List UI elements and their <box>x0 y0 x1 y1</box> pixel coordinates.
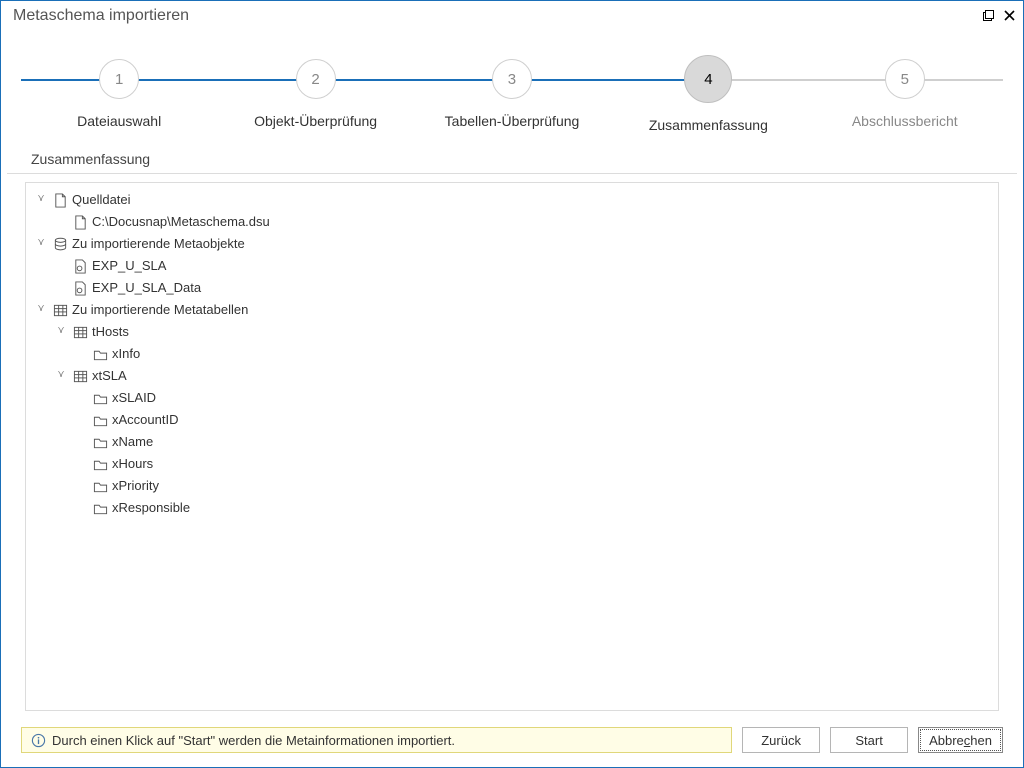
tree-node-field[interactable]: ·xHours <box>74 453 994 475</box>
table-icon <box>52 302 68 318</box>
step-object-check[interactable]: 2 Objekt-Überprüfung <box>217 59 413 129</box>
tree-node-source-file[interactable]: ⋎ Quelldatei <box>34 189 994 211</box>
folder-icon <box>92 434 108 450</box>
start-button[interactable]: Start <box>830 727 908 753</box>
summary-tree[interactable]: ⋎ Quelldatei · C:\Docusnap\Metaschema. <box>30 189 994 519</box>
tree-node-table[interactable]: ⋎ tHosts <box>54 321 994 343</box>
document-icon <box>52 192 68 208</box>
tree-node-source-path[interactable]: · C:\Docusnap\Metaschema.dsu <box>54 211 994 233</box>
folder-icon <box>92 346 108 362</box>
window-controls <box>983 9 1015 24</box>
object-icon <box>72 280 88 296</box>
summary-tree-panel: ⋎ Quelldatei · C:\Docusnap\Metaschema. <box>25 182 999 711</box>
tree-node-field[interactable]: ·xPriority <box>74 475 994 497</box>
tree-node-field[interactable]: ·xInfo <box>74 343 994 365</box>
section-header: Zusammenfassung <box>7 141 1017 174</box>
table-icon <box>72 368 88 384</box>
wizard-stepper: 1 Dateiauswahl 2 Objekt-Überprüfung 3 Ta… <box>1 29 1023 141</box>
chevron-down-icon[interactable]: ⋎ <box>54 364 68 386</box>
info-icon <box>30 732 46 748</box>
hint-bar: Durch einen Klick auf "Start" werden die… <box>21 727 732 753</box>
tree-node-field[interactable]: ·xSLAID <box>74 387 994 409</box>
tree-node-table[interactable]: ⋎ xtSLA <box>54 365 994 387</box>
tree-node-field[interactable]: ·xAccountID <box>74 409 994 431</box>
footer-bar: Durch einen Klick auf "Start" werden die… <box>1 719 1023 767</box>
chevron-down-icon[interactable]: ⋎ <box>34 232 48 254</box>
folder-icon <box>92 478 108 494</box>
tree-node-field[interactable]: ·xName <box>74 431 994 453</box>
tree-node-object[interactable]: · EXP_U_SLA_Data <box>54 277 994 299</box>
chevron-down-icon[interactable]: ⋎ <box>54 320 68 342</box>
folder-icon <box>92 412 108 428</box>
document-icon <box>72 214 88 230</box>
folder-icon <box>92 456 108 472</box>
object-icon <box>72 258 88 274</box>
tree-node-meta-tables[interactable]: ⋎ Zu importierende Metatabellen <box>34 299 994 321</box>
back-button[interactable]: Zurück <box>742 727 820 753</box>
maximize-icon[interactable] <box>983 9 994 24</box>
chevron-down-icon[interactable]: ⋎ <box>34 188 48 210</box>
cancel-button[interactable]: Abbrechen <box>918 727 1003 753</box>
tree-node-meta-objects[interactable]: ⋎ Zu importierende Metaobjekte <box>34 233 994 255</box>
folder-icon <box>92 500 108 516</box>
tree-node-object[interactable]: · EXP_U_SLA <box>54 255 994 277</box>
close-icon[interactable] <box>1004 9 1015 24</box>
step-table-check[interactable]: 3 Tabellen-Überprüfung <box>414 59 610 129</box>
title-bar: Metaschema importieren <box>1 1 1023 29</box>
database-icon <box>52 236 68 252</box>
chevron-down-icon[interactable]: ⋎ <box>34 298 48 320</box>
step-summary[interactable]: 4 Zusammenfassung <box>610 59 806 133</box>
step-file-select[interactable]: 1 Dateiauswahl <box>21 59 217 129</box>
tree-node-field[interactable]: ·xResponsible <box>74 497 994 519</box>
step-report: 5 Abschlussbericht <box>807 59 1003 129</box>
hint-text: Durch einen Klick auf "Start" werden die… <box>52 733 455 748</box>
table-icon <box>72 324 88 340</box>
window-title: Metaschema importieren <box>13 7 189 25</box>
folder-icon <box>92 390 108 406</box>
